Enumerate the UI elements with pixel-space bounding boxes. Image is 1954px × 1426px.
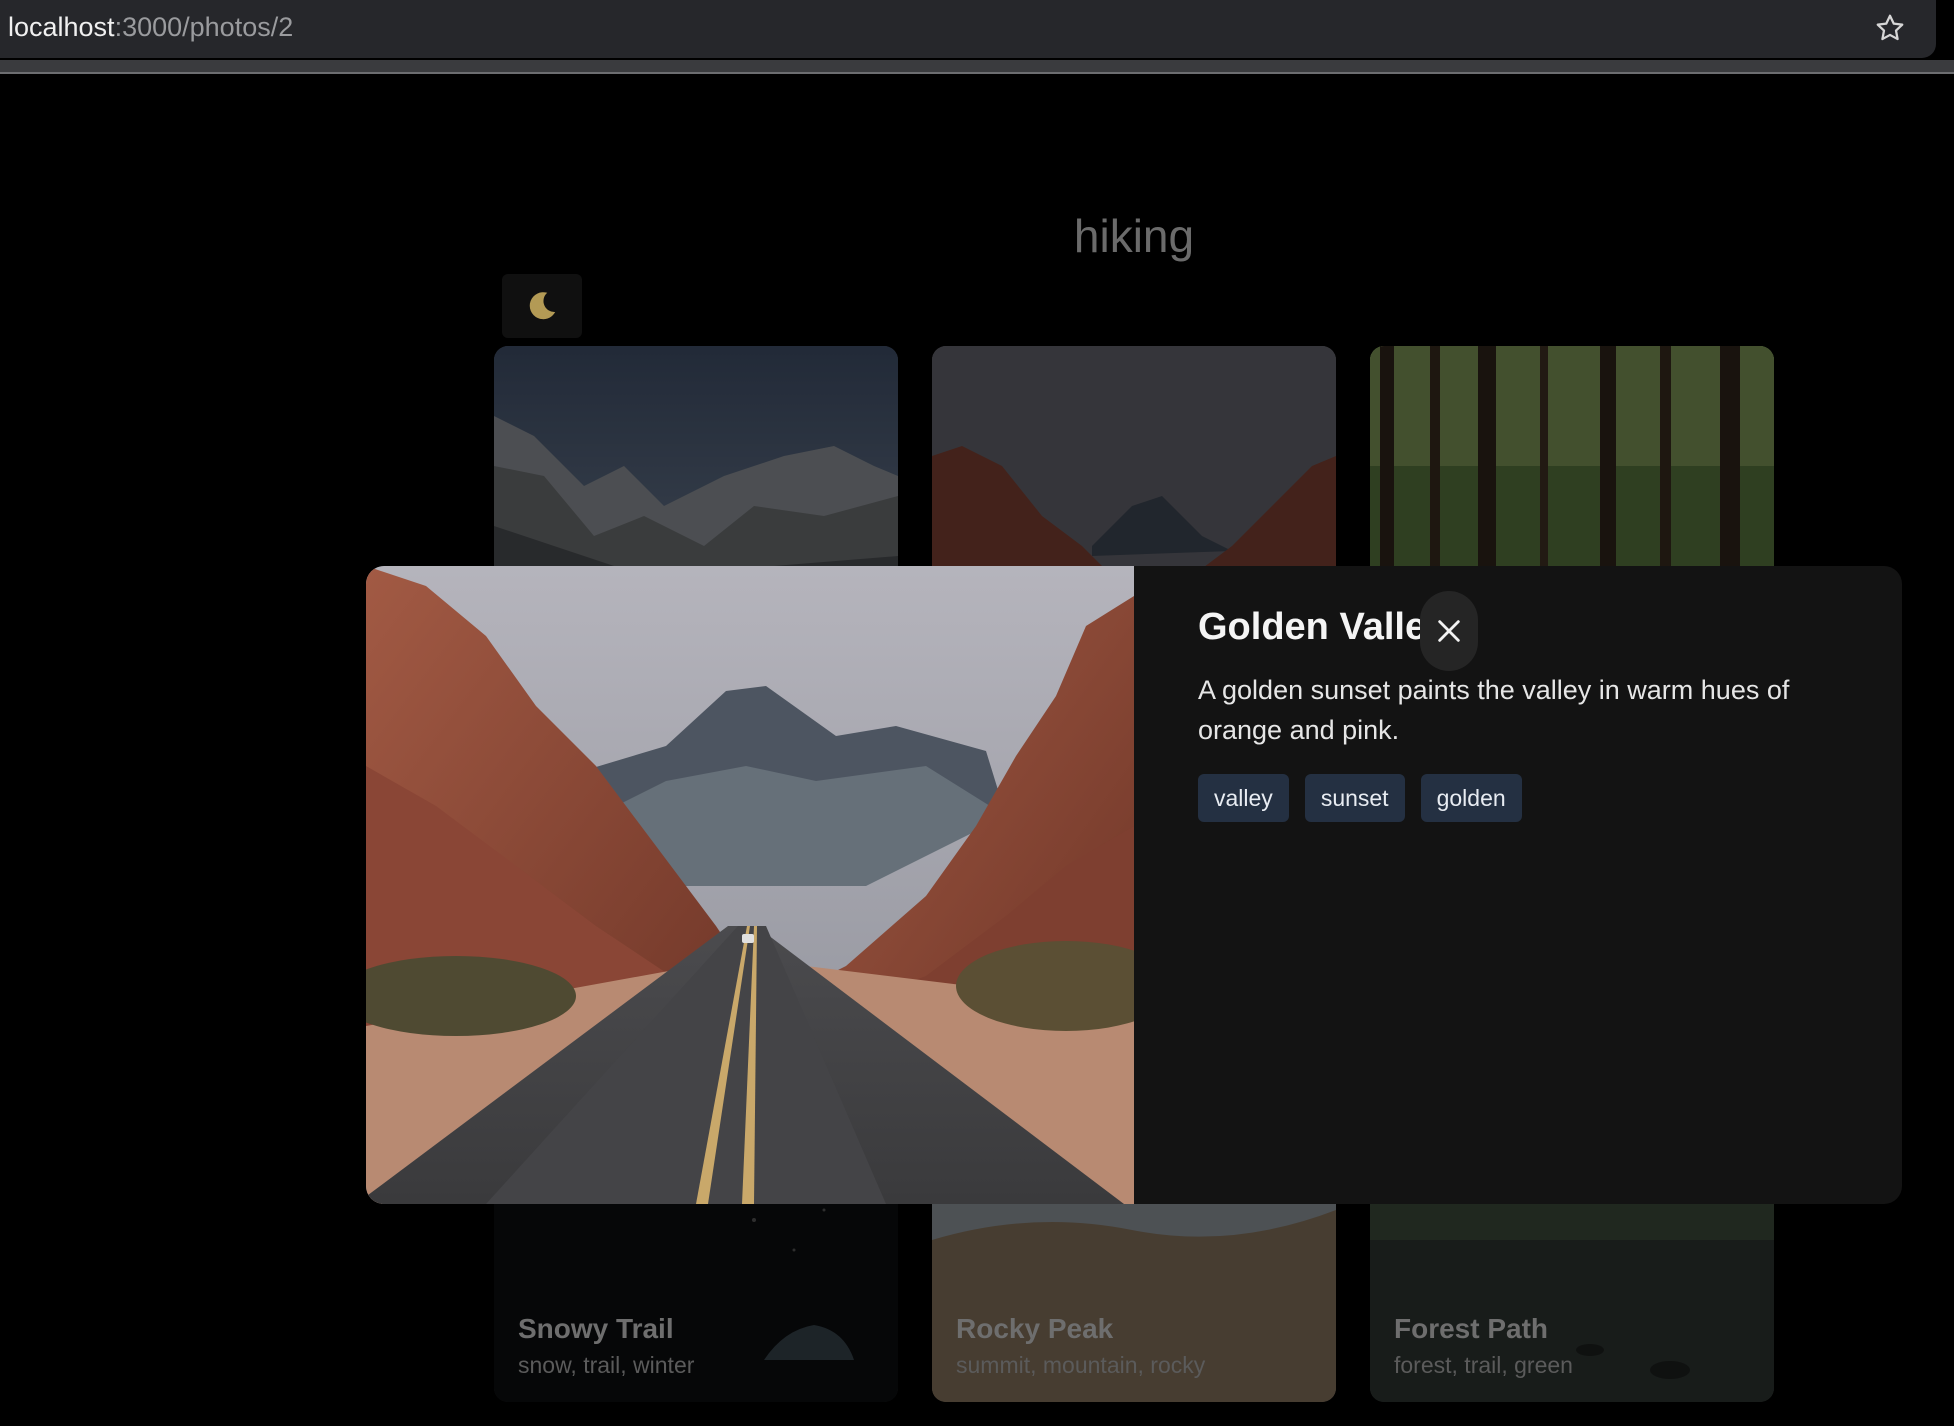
photo-title: Golden Valley	[1198, 606, 1448, 648]
url-host: localhost	[8, 12, 115, 42]
card-info: Snowy Trail snow, trail, winter	[518, 1312, 694, 1380]
address-bar[interactable]: localhost:3000/photos/2	[0, 0, 1936, 58]
card-title: Rocky Peak	[956, 1313, 1114, 1344]
card-tags: snow, trail, winter	[518, 1352, 695, 1378]
photo-card[interactable]: Snowy Trail snow, trail, winter	[494, 1180, 898, 1402]
tag-chip[interactable]: valley	[1198, 774, 1289, 822]
photo-image	[366, 566, 1134, 1204]
card-title: Forest Path	[1394, 1313, 1549, 1344]
photo-card[interactable]: Rocky Peak summit, mountain, rocky	[932, 1180, 1336, 1402]
card-info: Forest Path forest, trail, green	[1394, 1312, 1573, 1380]
url-text[interactable]: localhost:3000/photos/2	[8, 10, 293, 44]
photo-details: Golden Valley A golden sunset paints the…	[1134, 566, 1902, 1204]
photo-modal: Golden Valley A golden sunset paints the…	[366, 566, 1902, 1204]
tag-chip[interactable]: golden	[1420, 774, 1522, 822]
card-info: Rocky Peak summit, mountain, rocky	[956, 1312, 1205, 1380]
card-tags: forest, trail, green	[1394, 1352, 1573, 1378]
card-tags: summit, mountain, rocky	[956, 1352, 1206, 1378]
photo-description: A golden sunset paints the valley in war…	[1198, 675, 1790, 745]
card-title: Snowy Trail	[518, 1313, 674, 1344]
page-title: hiking	[1073, 210, 1195, 262]
url-path: :3000/photos/2	[114, 12, 294, 42]
bookmark-button[interactable]	[1870, 8, 1910, 48]
moon-icon	[529, 292, 556, 320]
tag-chip[interactable]: sunset	[1304, 774, 1405, 822]
theme-toggle-button[interactable]	[502, 274, 582, 338]
tag-list: valley sunset golden	[1198, 774, 1522, 822]
close-button[interactable]	[1420, 591, 1478, 671]
star-icon	[1876, 14, 1904, 41]
photo-card[interactable]: Forest Path forest, trail, green	[1370, 1180, 1774, 1402]
close-icon	[1438, 620, 1460, 642]
toolbar-divider-line	[0, 72, 1954, 74]
